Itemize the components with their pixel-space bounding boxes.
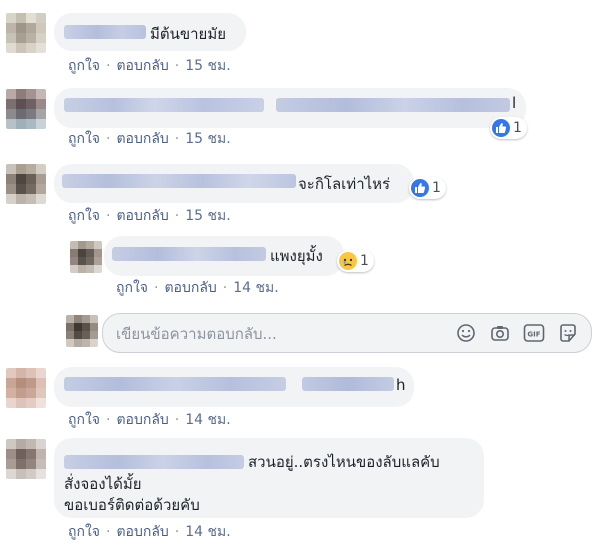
blurred-author-name <box>64 25 146 39</box>
like-link[interactable]: ถูกใจ <box>68 208 100 224</box>
comment-text: แพงยุมั้ง <box>270 247 323 265</box>
emoji-icon[interactable] <box>456 323 476 343</box>
comment-text-line-3: ขอเบอร์ติดต่อด้วยคับ <box>64 496 200 514</box>
avatar[interactable] <box>6 368 46 408</box>
current-user-avatar[interactable] <box>66 315 98 347</box>
like-link[interactable]: ถูกใจ <box>68 131 100 147</box>
blurred-comment-text <box>276 98 510 112</box>
comment-text: จะกิโลเท่าไหร่ <box>298 175 391 193</box>
sticker-icon[interactable] <box>558 323 578 343</box>
like-link[interactable]: ถูกใจ <box>116 280 148 296</box>
timestamp[interactable]: 15 ชม. <box>185 208 230 224</box>
reaction-summary[interactable]: 1 <box>409 177 446 199</box>
reaction-count: 1 <box>513 120 522 136</box>
blurred-author-name <box>62 174 296 188</box>
comment-actions: ถูกใจ · ตอบกลับ · 14 ชม. <box>116 280 279 296</box>
like-link[interactable]: ถูกใจ <box>68 58 100 74</box>
blurred-author-name <box>64 98 264 112</box>
comment-text: h <box>396 376 406 394</box>
reply-placeholder: เขียนข้อความตอบกลับ... <box>116 325 277 343</box>
comment-actions: ถูกใจ · ตอบกลับ · 15 ชม. <box>68 58 231 74</box>
comment-actions: ถูกใจ · ตอบกลับ · 14 ชม. <box>68 524 231 540</box>
reply-link[interactable]: ตอบกลับ <box>116 524 168 540</box>
comment-text-line-1: สวนอยู่..ตรงไหนของลับแลคับ <box>248 453 440 471</box>
reply-link[interactable]: ตอบกลับ <box>164 280 216 296</box>
gif-icon[interactable]: GIF <box>523 323 545 343</box>
avatar[interactable] <box>70 241 102 273</box>
timestamp[interactable]: 14 ชม. <box>185 524 230 540</box>
comment-actions: ถูกใจ · ตอบกลับ · 15 ชม. <box>68 208 231 224</box>
timestamp[interactable]: 15 ชม. <box>185 58 230 74</box>
reaction-summary[interactable]: 1 <box>490 117 527 139</box>
blurred-author-name <box>112 247 266 261</box>
reply-link[interactable]: ตอบกลับ <box>116 412 168 428</box>
like-icon <box>411 179 429 197</box>
comment-text: l <box>512 94 517 112</box>
avatar[interactable] <box>6 13 46 53</box>
like-link[interactable]: ถูกใจ <box>68 412 100 428</box>
avatar[interactable] <box>6 439 46 479</box>
timestamp[interactable]: 15 ชม. <box>185 131 230 147</box>
reaction-count: 1 <box>360 253 369 269</box>
gif-label: GIF <box>527 331 540 339</box>
blurred-comment-text <box>302 377 394 391</box>
like-link[interactable]: ถูกใจ <box>68 524 100 540</box>
camera-icon[interactable] <box>490 323 510 343</box>
avatar[interactable] <box>6 89 46 129</box>
comment-actions: ถูกใจ · ตอบกลับ · 14 ชม. <box>68 412 231 428</box>
comment-text: มีต้นขายมัย <box>150 25 227 43</box>
avatar[interactable] <box>6 164 46 204</box>
reply-link[interactable]: ตอบกลับ <box>116 58 168 74</box>
timestamp[interactable]: 14 ชม. <box>185 412 230 428</box>
comment-actions: ถูกใจ · ตอบกลับ · 15 ชม. <box>68 131 231 147</box>
blurred-author-name <box>64 455 244 469</box>
reaction-count: 1 <box>432 180 441 196</box>
like-icon <box>492 119 510 137</box>
blurred-author-name <box>64 377 286 391</box>
sad-icon <box>339 252 357 270</box>
timestamp[interactable]: 14 ชม. <box>233 280 278 296</box>
reply-link[interactable]: ตอบกลับ <box>116 131 168 147</box>
reply-link[interactable]: ตอบกลับ <box>116 208 168 224</box>
reaction-summary[interactable]: 1 <box>337 250 374 272</box>
